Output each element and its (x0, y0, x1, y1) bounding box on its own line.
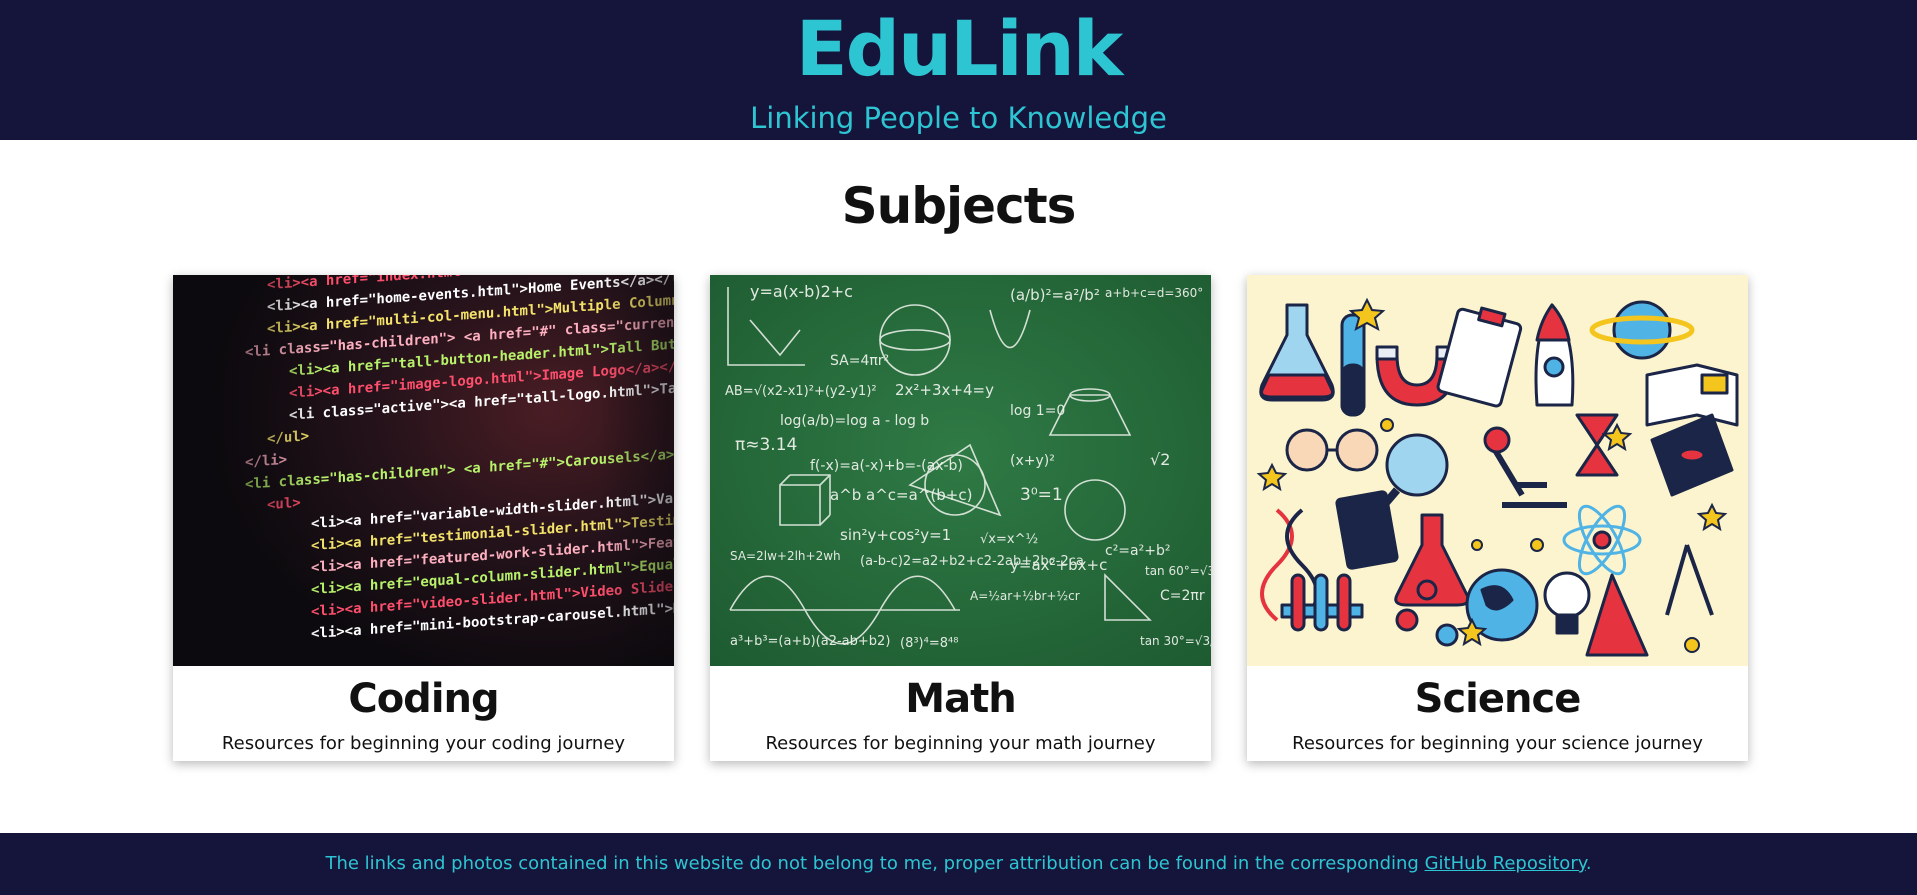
equation-text: f(-x)=a(-x)+b=-(ax-b) (810, 458, 963, 474)
brand-tagline: Linking People to Knowledge (750, 101, 1167, 135)
equation-text: C=2πr (1160, 588, 1205, 604)
card-description: Resources for beginning your math journe… (765, 733, 1156, 754)
equation-text: A=½ar+½br+½cr (970, 589, 1080, 603)
site-footer: The links and photos contained in this w… (0, 833, 1917, 895)
card-title: Math (905, 676, 1016, 722)
card-title: Science (1414, 676, 1582, 722)
card-description: Resources for beginning your science jou… (1292, 733, 1703, 754)
equation-text: c²=a²+b² (1105, 543, 1170, 559)
subject-card-science[interactable]: Science Resources for beginning your sci… (1247, 275, 1748, 761)
brand-title: EduLink (795, 4, 1124, 93)
equation-text: tan 60°=√3 (1145, 564, 1211, 578)
subject-card-math[interactable]: y=a(x-b)2+c (a/b)²=a²/b² a+b+c=d=360° AB=√(… (710, 275, 1211, 761)
equation-text: y=a(x-b)2+c (750, 282, 853, 301)
footer-text-before: The links and photos contained in this w… (325, 853, 1425, 874)
footer-attribution: The links and photos contained in this w… (0, 852, 1917, 876)
equation-text: AB=√(x2-x1)²+(y2-y1)² (725, 384, 877, 399)
card-title: Coding (348, 676, 499, 722)
github-repository-link[interactable]: GitHub Repository (1425, 853, 1586, 874)
equation-text: 3⁰=1 (1020, 485, 1063, 505)
equation-text: (x+y)² (1010, 453, 1055, 469)
equation-text: a^b a^c=a^(b+c) (830, 486, 972, 504)
equation-text: √2 (1150, 450, 1170, 469)
equation-text: a³+b³=(a+b)(a2-ab+b2) (730, 634, 890, 649)
equation-text: 2x²+3x+4=y (895, 381, 994, 399)
footer-text-after: . (1585, 853, 1592, 874)
equation-text: (a/b)²=a²/b² (1010, 286, 1100, 304)
equation-text: a+b+c=d=360° (1105, 286, 1203, 300)
equation-text: √x=x^½ (980, 532, 1038, 547)
section-title: Subjects (841, 177, 1077, 235)
subject-card-coding[interactable]: <li><a href="index.html">Home</a></li><l… (173, 275, 674, 761)
equation-text: y=ax²+bx+c (1010, 556, 1107, 574)
equation-text: log(a/b)=log a - log b (780, 413, 929, 429)
equation-text: log 1=0 (1010, 403, 1065, 419)
equation-text: tan 30°=√3/3 (1140, 634, 1211, 648)
equation-text: SA=4πr² (830, 353, 889, 369)
card-description: Resources for beginning your coding jour… (221, 733, 626, 754)
equation-text: sin²y+cos²y=1 (840, 526, 951, 544)
science-doodles-image[interactable] (1247, 275, 1748, 666)
code-screen-image[interactable]: <li><a href="index.html">Home</a></li><l… (173, 275, 674, 666)
equation-text: SA=2lw+2lh+2wh (730, 549, 841, 563)
site-header: EduLink Linking People to Knowledge (0, 0, 1917, 140)
equation-text: (8³)⁴=8⁴⁸ (900, 636, 958, 651)
chalkboard-equations-image[interactable]: y=a(x-b)2+c (a/b)²=a²/b² a+b+c=d=360° AB=√(… (710, 275, 1211, 666)
equation-text: π≈3.14 (735, 435, 797, 455)
